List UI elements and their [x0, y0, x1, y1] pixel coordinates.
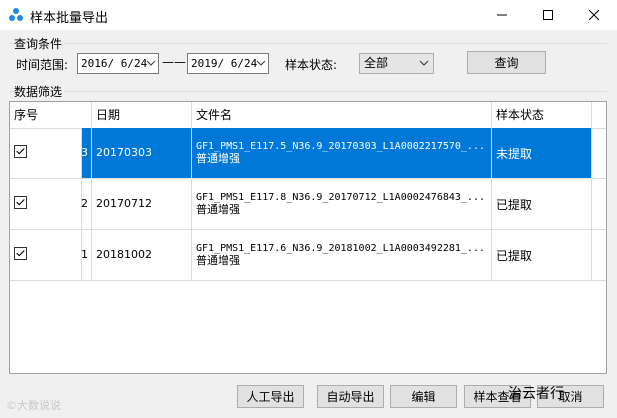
filter-group-border: [10, 91, 607, 92]
watermark-left: ©大数说说: [6, 399, 61, 412]
start-date-value: 2016/ 6/24: [81, 57, 148, 70]
title-bar: 样本批量导出: [0, 0, 617, 30]
row-index: 2: [81, 197, 88, 210]
row-filename: GF1_PMS1_E117.5_N36.9_20170303_L1A000221…: [196, 141, 485, 152]
row-date-cell: 20181002: [92, 230, 192, 280]
close-icon: [589, 10, 599, 20]
row-check-cell: [10, 179, 82, 229]
row-date: 20170303: [96, 146, 152, 159]
row-filename-cell: GF1_PMS1_E117.6_N36.9_20181002_L1A000349…: [192, 230, 492, 280]
column-header-index[interactable]: 序号: [10, 102, 92, 128]
sample-status-value: 全部: [364, 56, 389, 70]
table-row[interactable]: 1 20181002 GF1_PMS1_E117.6_N36.9_2018100…: [10, 230, 606, 281]
time-range-label: 时间范围:: [16, 58, 69, 72]
chevron-down-icon: [146, 60, 156, 66]
checkbox-checked-icon[interactable]: [14, 196, 27, 209]
row-check-cell: [10, 128, 82, 178]
row-status-cell: 未提取: [492, 128, 592, 178]
chevron-down-icon: [256, 60, 266, 66]
data-grid: 序号 日期 文件名 样本状态 3 20170303 GF1_PMS1_E117.…: [9, 101, 607, 374]
end-date-picker[interactable]: 2019/ 6/24: [187, 53, 269, 74]
column-header-filename[interactable]: 文件名: [192, 102, 492, 128]
row-index-cell: 1: [81, 230, 92, 280]
row-enhancement: 普通增强: [196, 203, 240, 216]
edit-button[interactable]: 编辑: [390, 385, 457, 408]
column-header-date[interactable]: 日期: [92, 102, 192, 128]
row-enhancement: 普通增强: [196, 254, 240, 267]
sample-status-label: 样本状态:: [285, 58, 338, 72]
row-index-cell: 3: [81, 128, 92, 178]
row-status: 未提取: [496, 147, 533, 161]
row-date-cell: 20170712: [92, 179, 192, 229]
row-index: 1: [81, 248, 88, 261]
row-status: 已提取: [496, 249, 533, 263]
checkbox-checked-icon[interactable]: [14, 145, 27, 158]
row-index: 3: [81, 146, 88, 159]
minimize-icon: [497, 14, 507, 16]
row-date-cell: 20170303: [92, 128, 192, 178]
end-date-value: 2019/ 6/24: [191, 57, 258, 70]
maximize-button[interactable]: [525, 0, 571, 30]
row-index-cell: 2: [81, 179, 92, 229]
sample-status-select[interactable]: 全部: [359, 53, 434, 74]
query-group-border: [10, 43, 607, 44]
row-status-cell: 已提取: [492, 230, 592, 280]
maximize-icon: [543, 10, 553, 20]
row-enhancement: 普通增强: [196, 152, 240, 165]
row-filename: GF1_PMS1_E117.8_N36.9_20170712_L1A000247…: [196, 192, 485, 203]
minimize-button[interactable]: [479, 0, 525, 30]
table-row[interactable]: 2 20170712 GF1_PMS1_E117.8_N36.9_2017071…: [10, 179, 606, 230]
filter-group-title: 数据筛选: [14, 83, 65, 100]
row-filename-cell: GF1_PMS1_E117.8_N36.9_20170712_L1A000247…: [192, 179, 492, 229]
table-row[interactable]: 3 20170303 GF1_PMS1_E117.5_N36.9_2017030…: [10, 128, 606, 179]
checkbox-checked-icon[interactable]: [14, 247, 27, 260]
query-group-title: 查询条件: [14, 35, 65, 52]
chevron-down-icon: [419, 60, 429, 66]
row-status: 已提取: [496, 198, 533, 212]
row-date: 20170712: [96, 197, 152, 210]
column-header-status[interactable]: 样本状态: [492, 102, 592, 128]
grid-header: 序号 日期 文件名 样本状态: [10, 102, 606, 129]
app-logo-icon: [9, 8, 23, 21]
row-filename: GF1_PMS1_E117.6_N36.9_20181002_L1A000349…: [196, 243, 485, 254]
auto-export-button[interactable]: 自动导出: [317, 385, 384, 408]
close-button[interactable]: [571, 0, 617, 30]
row-check-cell: [10, 230, 82, 280]
row-filename-cell: GF1_PMS1_E117.5_N36.9_20170303_L1A000221…: [192, 128, 492, 178]
manual-export-button[interactable]: 人工导出: [237, 385, 304, 408]
row-status-cell: 已提取: [492, 179, 592, 229]
start-date-picker[interactable]: 2016/ 6/24: [77, 53, 159, 74]
window-title: 样本批量导出: [30, 11, 109, 26]
watermark-right: 治云者行: [508, 386, 564, 402]
date-separator: ——: [162, 55, 186, 69]
row-date: 20181002: [96, 248, 152, 261]
query-button[interactable]: 查询: [467, 51, 546, 74]
export-window: 样本批量导出 查询条件 时间范围: 2016/ 6/24 —— 2019/ 6/…: [0, 0, 617, 418]
